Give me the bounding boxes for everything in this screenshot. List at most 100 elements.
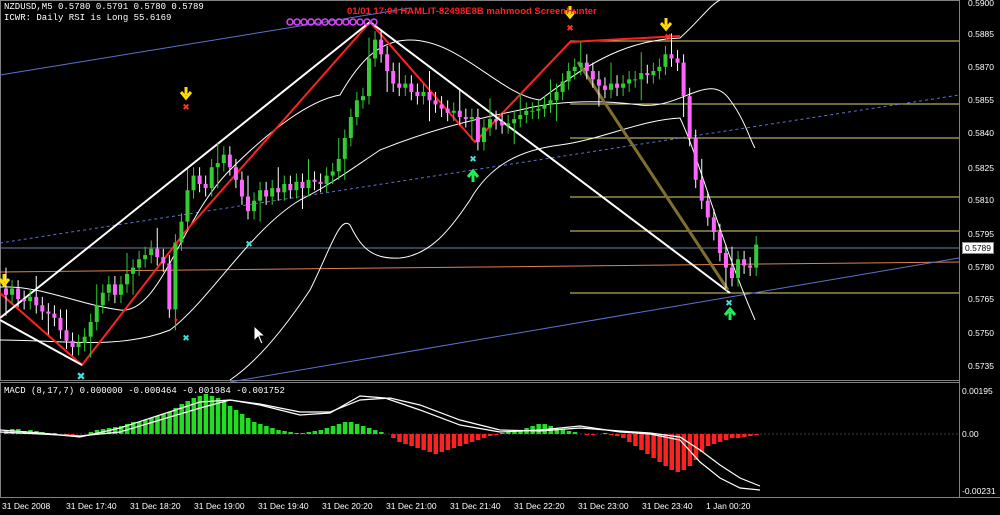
candle-bull (354, 100, 359, 118)
macd-bar (161, 414, 166, 434)
macd-bar (312, 431, 318, 434)
candle-bull (554, 91, 559, 101)
candle-bull (342, 137, 347, 159)
candle-bear (730, 267, 734, 279)
candle-bull (179, 221, 184, 243)
candle-bull (191, 175, 196, 191)
macd-bar (711, 434, 717, 444)
candle-bull (560, 81, 565, 92)
candle-bear (239, 179, 244, 197)
macd-bar (348, 422, 354, 434)
candle-bear (433, 100, 438, 105)
macd-bar (415, 434, 420, 448)
macd-bar (669, 434, 674, 470)
macd-bar (451, 434, 457, 448)
macd-bar (373, 430, 378, 434)
candle-bear (445, 108, 450, 113)
price-tick-label: 0.5780 (968, 262, 994, 272)
macd-bar (342, 422, 348, 434)
candle-bull (215, 163, 220, 168)
macd-bar (149, 418, 154, 434)
marker-x-icon: ✖ (245, 239, 253, 249)
macd-bar (475, 434, 481, 440)
price-tick-label: 0.5765 (968, 294, 994, 304)
candle-bull (324, 175, 329, 184)
trading-chart[interactable]: ✖ ✖ ✖ ✖ ✖ ✖ ✖ ✖ (0, 0, 1000, 515)
candle-bull (518, 114, 523, 120)
candle-bull (373, 39, 378, 59)
candle-bull (125, 273, 129, 285)
candle-bull (100, 292, 105, 306)
marker-x-icon: ✖ (664, 32, 672, 42)
macd-bar (137, 422, 142, 434)
macd-bar (627, 434, 632, 442)
candle-bear (288, 183, 293, 191)
macd-bar (566, 431, 572, 434)
candle-bull (633, 79, 638, 81)
macd-bar (621, 434, 626, 438)
candle-bull (469, 117, 474, 120)
macd-bar (427, 434, 432, 452)
zigzag-red (0, 20, 681, 367)
candle-bear (427, 91, 432, 101)
candle-bull (221, 154, 226, 164)
candle-bull (106, 284, 111, 293)
candle-bear (584, 62, 589, 72)
macd-bar (463, 434, 469, 444)
candle-bull (10, 288, 15, 295)
candle-bull (173, 242, 178, 310)
macd-bar (324, 428, 330, 434)
candle-bear (203, 183, 208, 189)
macd-bar (639, 434, 644, 450)
fibonacci-levels (570, 40, 959, 294)
candle-bull (118, 284, 123, 295)
candle-bear (409, 83, 414, 92)
macd-bar (736, 434, 741, 438)
time-tick-label: 31 Dec 23:00 (578, 501, 629, 511)
candle-bear (439, 104, 444, 109)
candle-bear (723, 252, 728, 268)
candle-bull (421, 91, 426, 97)
candle-bull (336, 158, 341, 172)
mouse-cursor-icon (253, 325, 267, 345)
candle-bull (524, 110, 529, 115)
marker-x-icon: ✖ (725, 298, 733, 308)
macd-bar (294, 433, 299, 434)
macd-bar (717, 434, 723, 442)
macd-bar (318, 430, 324, 434)
candle-bull (621, 83, 626, 88)
macd-bar (699, 434, 705, 452)
candle-bull (306, 179, 311, 189)
time-tick-label: 31 Dec 18:20 (130, 501, 181, 511)
candle-bear (58, 317, 63, 331)
macd-bar (367, 428, 372, 434)
macd-bar (723, 434, 729, 440)
macd-bar (288, 432, 293, 434)
candle-bear (112, 284, 117, 295)
macd-bar (500, 433, 505, 434)
time-tick-label: 31 Dec 21:40 (450, 501, 501, 511)
macd-bar (409, 434, 414, 446)
candle-bear (705, 200, 710, 218)
pivot-circles (286, 18, 378, 26)
candle-bear (40, 305, 45, 312)
arrow-down-icon (0, 274, 11, 288)
main-pane-border (0, 0, 960, 381)
macd-bar (246, 418, 251, 434)
candle-bear (64, 330, 69, 341)
arrow-up-icon (466, 168, 480, 182)
marker-x-icon: ✖ (469, 154, 477, 164)
candle-bull (131, 267, 136, 274)
candle-bull (530, 110, 535, 112)
candle-bull (657, 66, 662, 72)
candle-bear (687, 96, 692, 138)
candle-bull (252, 200, 257, 212)
candle-bull (270, 188, 275, 197)
macd-label: MACD (8,17,7) 0.000000 -0.000464 -0.0019… (4, 386, 285, 396)
macd-bar (488, 434, 493, 436)
macd-bar (397, 434, 402, 442)
candle-bull (572, 66, 577, 72)
macd-bar (572, 432, 578, 434)
candle-bull (258, 190, 263, 201)
macd-axis-bottom: -0.00231 (962, 486, 996, 496)
